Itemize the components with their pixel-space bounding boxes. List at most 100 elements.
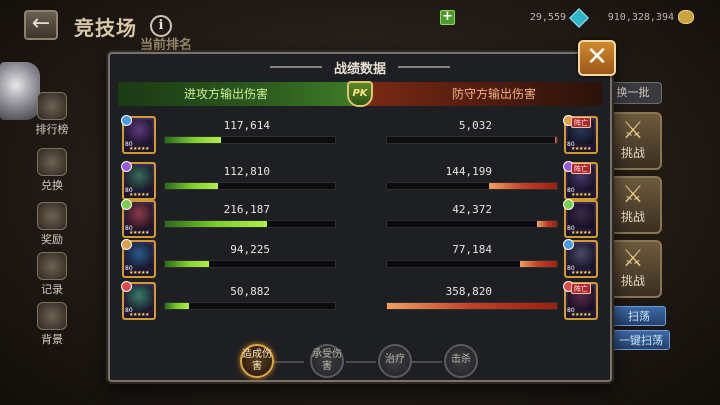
sidebar-item-label: 奖励: [41, 233, 63, 246]
element-icon: [121, 115, 132, 126]
element-icon: [563, 199, 574, 210]
element-icon: [121, 239, 132, 250]
tab-connector: [346, 361, 376, 363]
tab-connector: [412, 361, 442, 363]
defender-damage-value: 42,372: [452, 203, 492, 216]
star-rating-icon: ★★★★★: [571, 192, 591, 198]
attacker-damage-bar: [164, 220, 336, 228]
attacker-damage-bar-fill: [165, 137, 221, 143]
title-ornament-right: [398, 66, 450, 68]
record-icon: [37, 252, 67, 280]
defender-damage-value: 77,184: [452, 243, 492, 256]
tab-connector: [274, 361, 304, 363]
damage-row: 80 ★★★★★ 112,810 144,199 80 ★★★★★ 阵亡: [110, 161, 610, 200]
star-rating-icon: ★★★★★: [571, 230, 591, 236]
sidebar-item-reward[interactable]: 奖励: [28, 202, 76, 247]
star-rating-icon: ★★★★★: [129, 146, 149, 152]
challenge-label: 挑战: [620, 210, 645, 224]
damage-header-band: 进攻方输出伤害 防守方输出伤害 PK: [118, 81, 602, 108]
attacker-damage-bar: [164, 302, 336, 310]
reward-icon: [37, 202, 67, 230]
star-rating-icon: ★★★★★: [129, 312, 149, 318]
attacker-damage-bar: [164, 136, 336, 144]
defender-damage-bar: [386, 260, 558, 268]
attacker-damage-value: 50,882: [230, 285, 270, 298]
tab-damage-dealt[interactable]: 造成伤害: [240, 344, 274, 378]
sidebar-item-label: 背景: [41, 333, 63, 346]
stats-tabs: 造成伤害 承受伤害 治疗 击杀: [110, 342, 610, 382]
star-rating-icon: ★★★★★: [571, 146, 591, 152]
defender-hero-portrait[interactable]: 80 ★★★★★: [563, 239, 598, 278]
damage-row: 80 ★★★★★ 50,882 358,820 80 ★★★★★ 阵亡: [110, 281, 610, 320]
one-click-sweep-button[interactable]: 一键扫荡: [612, 330, 670, 350]
damage-row: 80 ★★★★★ 117,614 5,032 80 ★★★★★ 阵亡: [110, 115, 610, 154]
dialog-title: 战绩数据: [333, 62, 386, 77]
defender-hero-portrait[interactable]: 80 ★★★★★: [563, 199, 598, 238]
attacker-damage-bar: [164, 182, 336, 190]
sidebar-item-ranking[interactable]: 排行榜: [28, 92, 76, 137]
damage-row: 80 ★★★★★ 216,187 42,372 80 ★★★★★: [110, 199, 610, 238]
tab-kills[interactable]: 击杀: [444, 344, 478, 378]
sidebar-item-label: 兑换: [41, 179, 63, 192]
sidebar-item-background[interactable]: 背景: [28, 302, 76, 347]
pk-badge-icon: PK: [347, 81, 373, 107]
back-button[interactable]: ←: [24, 10, 58, 40]
gold-coin-icon: [678, 10, 694, 24]
star-rating-icon: ★★★★★: [129, 230, 149, 236]
attacker-damage-bar-fill: [165, 261, 209, 267]
page-title: 竞技场: [74, 16, 137, 40]
attacker-damage-value: 94,225: [230, 243, 270, 256]
defender-hero-portrait[interactable]: 80 ★★★★★ 阵亡: [563, 161, 598, 200]
attacker-damage-bar-fill: [165, 221, 267, 227]
crossed-swords-icon: ⚔: [622, 180, 644, 208]
currency2-amount: 910,328,394: [607, 12, 674, 23]
current-rank-label: 当前排名: [140, 38, 193, 53]
sidebar-item-label: 记录: [41, 283, 63, 296]
defender-damage-bar: [386, 182, 558, 190]
close-icon: ✕: [586, 42, 608, 72]
add-currency1-button[interactable]: +: [440, 10, 455, 25]
arrow-left-icon: ←: [31, 11, 51, 36]
challenge-label: 挑战: [620, 146, 645, 160]
element-icon: [121, 161, 132, 172]
sidebar-item-exchange[interactable]: 兑换: [28, 148, 76, 193]
element-icon: [121, 199, 132, 210]
sweep-button[interactable]: 扫荡: [612, 306, 666, 326]
attacker-damage-bar-fill: [165, 183, 218, 189]
defender-damage-bar-fill: [555, 137, 557, 143]
sidebar-item-record[interactable]: 记录: [28, 252, 76, 297]
ranking-icon: [37, 92, 67, 120]
defeated-badge: 阵亡: [571, 163, 591, 174]
attacker-header: 进攻方输出伤害: [118, 82, 354, 106]
tab-healing[interactable]: 治疗: [378, 344, 412, 378]
challenge-button-3[interactable]: ⚔ 挑战: [604, 240, 662, 298]
attacker-damage-value: 112,810: [223, 165, 270, 178]
attacker-damage-value: 117,614: [223, 119, 270, 132]
attacker-damage-value: 216,187: [223, 203, 270, 216]
close-dialog-button[interactable]: ✕: [578, 40, 616, 76]
defender-hero-portrait[interactable]: 80 ★★★★★ 阵亡: [563, 281, 598, 320]
challenge-button-2[interactable]: ⚔ 挑战: [604, 176, 662, 234]
defender-damage-bar-fill: [537, 221, 557, 227]
challenge-button-1[interactable]: ⚔ 挑战: [604, 112, 662, 170]
refresh-opponents-button[interactable]: 换一批: [604, 82, 662, 104]
defender-damage-bar: [386, 302, 558, 310]
exchange-icon: [37, 148, 67, 176]
tab-damage-taken[interactable]: 承受伤害: [310, 344, 344, 378]
defender-hero-portrait[interactable]: 80 ★★★★★ 阵亡: [563, 115, 598, 154]
dialog-titlebar: 战绩数据: [110, 54, 610, 80]
defeated-badge: 阵亡: [571, 283, 591, 294]
currency1-amount: 29,559: [529, 12, 566, 23]
top-bar: ← 竞技场 i 当前排名 + 29,559 910,328,394: [0, 0, 720, 53]
attacker-damage-bar: [164, 260, 336, 268]
defender-damage-bar-fill: [520, 261, 557, 267]
star-rating-icon: ★★★★★: [571, 312, 591, 318]
star-rating-icon: ★★★★★: [129, 192, 149, 198]
defender-damage-bar: [386, 220, 558, 228]
element-icon: [121, 281, 132, 292]
defender-damage-bar: [386, 136, 558, 144]
defender-damage-value: 358,820: [445, 285, 492, 298]
defender-damage-bar-fill: [489, 183, 557, 189]
battle-stats-dialog: 战绩数据 进攻方输出伤害 防守方输出伤害 PK 80 ★★★★★ 117,614…: [108, 52, 612, 382]
element-icon: [563, 239, 574, 250]
